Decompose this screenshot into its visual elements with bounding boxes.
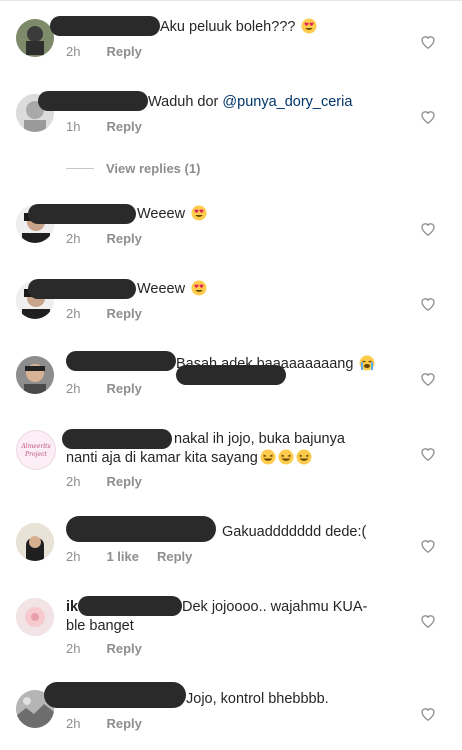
redacted-username: [38, 91, 148, 111]
comment-meta: 2h Reply: [66, 474, 142, 489]
timestamp: 2h: [66, 474, 81, 489]
reply-button[interactable]: Reply: [106, 716, 141, 731]
timestamp: 1h: [66, 119, 81, 134]
timestamp: 2h: [66, 641, 81, 656]
comment-text: Weeew: [137, 205, 207, 224]
avatar[interactable]: [16, 598, 54, 636]
timestamp: 2h: [66, 381, 81, 396]
heart-eyes-emoji-icon: [191, 205, 207, 221]
comment-meta: 2h Reply: [66, 641, 142, 656]
comment-meta: 1h Reply: [66, 119, 142, 134]
comment-text: Jojo, kontrol bhebbbb.: [186, 691, 329, 707]
like-heart-icon[interactable]: [420, 34, 436, 49]
reply-button[interactable]: Reply: [106, 474, 141, 489]
like-heart-icon[interactable]: [420, 613, 436, 628]
avatar[interactable]: [16, 356, 54, 394]
comment-meta: 2h Reply: [66, 44, 142, 59]
reply-button[interactable]: Reply: [106, 231, 141, 246]
svg-text:Project: Project: [24, 451, 47, 458]
redacted-username: [50, 16, 160, 36]
view-replies-button[interactable]: View replies (1): [66, 161, 200, 176]
top-divider: [0, 0, 462, 1]
heart-eyes-emoji-icon: [301, 18, 317, 34]
heart-eyes-emoji-icon: [191, 280, 207, 296]
comment-meta: 2h Reply: [66, 306, 142, 321]
reply-button[interactable]: Reply: [157, 549, 192, 564]
timestamp: 2h: [66, 306, 81, 321]
timestamp: 2h: [66, 231, 81, 246]
like-heart-icon[interactable]: [420, 221, 436, 236]
laughing-emoji-icon: [278, 449, 294, 465]
redacted-username: [28, 279, 136, 299]
like-heart-icon[interactable]: [420, 706, 436, 721]
view-replies-label: View replies (1): [106, 161, 201, 176]
redacted-username: [66, 351, 176, 371]
like-heart-icon[interactable]: [420, 538, 436, 553]
reply-button[interactable]: Reply: [106, 119, 141, 134]
comment-text: Aku peluuk boleh???: [160, 18, 317, 37]
comment-text: nakal ih jojo, buka bajunya nanti aja di…: [66, 431, 345, 466]
redacted-username: [28, 204, 136, 224]
avatar[interactable]: [16, 523, 54, 561]
reply-button[interactable]: Reply: [106, 641, 141, 656]
user-mention-link[interactable]: @punya_dory_ceria: [222, 94, 352, 110]
comment-text: Weeew: [137, 280, 207, 299]
timestamp: 2h: [66, 549, 81, 564]
laughing-emoji-icon: [260, 449, 276, 465]
comment-text: Waduh dor @punya_dory_ceria: [148, 94, 353, 110]
avatar[interactable]: [16, 19, 54, 57]
avatar[interactable]: Almeerits Project: [16, 430, 56, 470]
redacted-username: [66, 516, 216, 542]
laughing-emoji-icon: [296, 449, 312, 465]
comment-meta: 2h 1 like Reply: [66, 549, 192, 564]
like-heart-icon[interactable]: [420, 296, 436, 311]
comment-meta: 2h Reply: [66, 231, 142, 246]
replies-divider: [66, 168, 94, 169]
likes-count-button[interactable]: 1 like: [106, 549, 139, 564]
like-heart-icon[interactable]: [420, 109, 436, 124]
redacted-overlay: [176, 365, 286, 385]
reply-button[interactable]: Reply: [106, 381, 141, 396]
comment-meta: 2h Reply: [66, 716, 142, 731]
redacted-username: [44, 682, 186, 708]
avatar-logo-text: Almeerits: [20, 443, 50, 450]
like-heart-icon[interactable]: [420, 446, 436, 461]
comment-meta: 2h Reply: [66, 381, 142, 396]
comment-text: Gakuaddddddd dede:(: [222, 524, 367, 540]
crying-emoji-icon: [359, 355, 375, 371]
like-heart-icon[interactable]: [420, 371, 436, 386]
timestamp: 2h: [66, 44, 81, 59]
comment-text: Dek jojoooo.. wajahmu KUA-ble banget: [66, 599, 368, 634]
reply-button[interactable]: Reply: [106, 306, 141, 321]
reply-button[interactable]: Reply: [106, 44, 141, 59]
timestamp: 2h: [66, 716, 81, 731]
